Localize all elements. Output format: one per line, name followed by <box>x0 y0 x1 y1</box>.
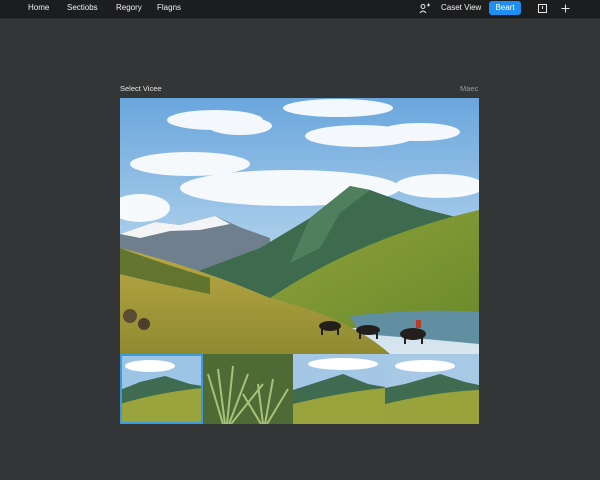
panel-corner-label: Maec <box>460 84 479 93</box>
thumbnail-2[interactable] <box>203 354 293 424</box>
thumbnail-image <box>293 354 385 424</box>
nav-home[interactable]: Home <box>28 3 49 13</box>
landscape-image <box>120 98 479 354</box>
thumbnail-1[interactable] <box>120 354 203 424</box>
thumbnail-3[interactable] <box>293 354 385 424</box>
thumbnail-image <box>385 354 479 424</box>
reset-view-button[interactable]: Caset View <box>441 3 481 13</box>
image-viewer[interactable] <box>120 98 479 424</box>
primary-action-button[interactable]: Beart <box>489 1 521 15</box>
top-bar: Home Sectiobs Regory Flagns Caset View B… <box>0 0 600 19</box>
nav-regory[interactable]: Regory <box>116 3 142 13</box>
user-share-icon[interactable] <box>419 3 431 14</box>
thumbnail-image <box>120 354 203 424</box>
thumbnail-image <box>203 354 293 424</box>
thumbnail-4[interactable] <box>385 354 479 424</box>
panel-icon[interactable] <box>538 4 547 13</box>
nav-flags[interactable]: Flagns <box>157 3 181 13</box>
panel-title: Select Vicee <box>120 84 162 93</box>
nav-sections[interactable]: Sectiobs <box>67 3 98 13</box>
plus-icon[interactable] <box>561 4 570 13</box>
